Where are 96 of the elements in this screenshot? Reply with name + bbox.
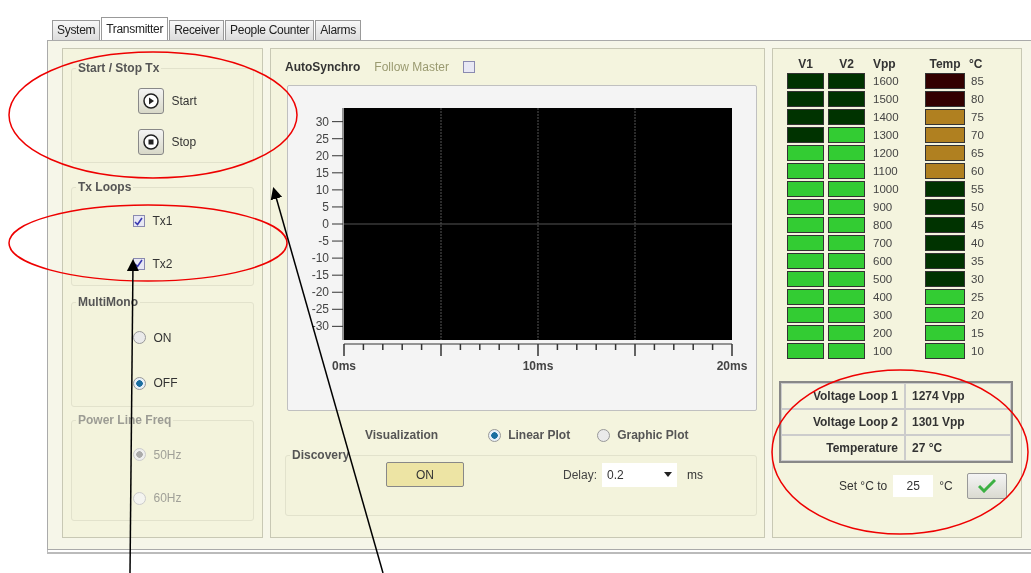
table-cell: Voltage Loop 2	[781, 409, 905, 435]
column-header: V1	[797, 57, 814, 71]
scale-label: 100	[872, 344, 894, 359]
scale-label: 55	[970, 182, 985, 197]
column-header: °C	[969, 57, 984, 71]
scale-label: 1300	[872, 128, 900, 143]
confirm-button[interactable]	[966, 473, 1007, 499]
group-title: Tx Loops	[77, 180, 133, 195]
axis-label: 20ms	[716, 359, 748, 373]
stop-button[interactable]	[137, 128, 164, 155]
axis-label: 0	[322, 217, 329, 231]
option-label: OFF	[153, 376, 178, 391]
checkbox-label: Follow Master	[374, 60, 450, 74]
option-label: Linear Plot	[508, 428, 571, 442]
axis-label: 0ms	[332, 359, 356, 373]
tab[interactable]: Receiver	[169, 20, 225, 40]
scale-label: 75	[970, 110, 985, 125]
option-label: 60Hz	[153, 491, 182, 506]
scale-label: 70	[970, 128, 985, 143]
axis-label: 25	[315, 131, 329, 146]
axis-label: -20	[311, 285, 329, 300]
scale-label: 45	[970, 218, 985, 233]
play-icon	[142, 93, 159, 110]
option-label: 50Hz	[153, 447, 182, 462]
scale-label: 700	[872, 236, 894, 251]
scale-label: 65	[970, 146, 985, 161]
scale-label: 35	[970, 254, 985, 269]
scale-label: 85	[970, 74, 985, 89]
table-cell: 27 °C	[905, 435, 1011, 461]
scale-label: 1200	[872, 146, 900, 161]
scale-label: 40	[970, 236, 985, 251]
tab[interactable]: Transmitter	[101, 17, 169, 40]
scale-label: 50	[970, 200, 985, 215]
button-label: Start	[171, 94, 197, 109]
scale-label: 300	[872, 308, 894, 323]
checkmark-icon	[977, 479, 996, 493]
dropdown-caret-icon	[664, 472, 672, 477]
axis-label: 15	[315, 165, 329, 180]
table-cell: Voltage Loop 1	[781, 383, 905, 409]
field-label: Visualization	[365, 428, 439, 442]
group-title: Start / Stop Tx	[77, 61, 161, 75]
scale-label: 1500	[872, 92, 900, 107]
field-label: Delay:	[563, 467, 597, 482]
scale-label: 20	[970, 308, 985, 323]
scale-label: 80	[970, 92, 985, 107]
checkbox[interactable]	[132, 215, 145, 228]
checkbox-label: Tx2	[152, 256, 173, 271]
scale-label: 10	[970, 344, 985, 359]
scale-label: 400	[872, 290, 894, 305]
axis-label: 30	[315, 114, 329, 129]
delay-dropdown[interactable]: 0.2	[602, 462, 677, 487]
scale-label: 1000	[872, 182, 900, 197]
unit-label: °C	[939, 479, 953, 493]
field-label: Set °C to	[839, 479, 888, 493]
scale-label: 15	[970, 326, 985, 341]
play-button[interactable]	[137, 88, 164, 115]
scale-label: 600	[872, 254, 894, 269]
column-header: V2	[838, 57, 855, 71]
option-label: Graphic Plot	[617, 428, 689, 442]
axis-label: 5	[322, 199, 329, 214]
column-header: Temp	[928, 57, 962, 71]
axis-label: 20	[315, 148, 329, 163]
tab[interactable]: People Counter	[225, 20, 315, 40]
tab[interactable]: Alarms	[315, 20, 361, 40]
axis-label: -25	[311, 302, 329, 317]
axis-label: -5	[318, 234, 329, 249]
scale-label: 900	[872, 200, 894, 215]
scale-label: 25	[970, 290, 985, 305]
panel-title: AutoSynchro	[285, 60, 361, 74]
checkbox-label: Tx1	[152, 214, 173, 229]
tab[interactable]: System	[52, 20, 101, 40]
axis-label: 10	[315, 182, 329, 197]
on-button[interactable]: ON	[386, 462, 464, 487]
scale-label: 1400	[872, 110, 900, 125]
unit-label: ms	[687, 467, 703, 482]
axis-label: -15	[311, 268, 329, 283]
column-header: Vpp	[872, 57, 897, 71]
scale-label: 1100	[872, 164, 899, 179]
table-cell: Temperature	[781, 435, 905, 461]
table-cell: 1274 Vpp	[905, 383, 1011, 409]
axis-label: 10ms	[522, 359, 554, 373]
scale-label: 30	[970, 272, 985, 287]
scale-label: 200	[872, 326, 894, 341]
radio-button[interactable]	[597, 428, 611, 442]
table-cell: 1301 Vpp	[905, 409, 1011, 435]
temperature-input[interactable]: 25	[893, 475, 934, 497]
radio-button[interactable]	[488, 428, 502, 442]
button-label: Stop	[171, 134, 197, 149]
checkbox[interactable]	[463, 61, 476, 73]
scale-label: 1600	[872, 74, 900, 89]
scale-label: 500	[872, 272, 894, 287]
scale-label: 800	[872, 218, 894, 233]
stop-icon	[142, 133, 159, 150]
scale-label: 60	[970, 164, 985, 179]
option-label: ON	[153, 330, 172, 345]
axis-label: -10	[311, 251, 329, 266]
